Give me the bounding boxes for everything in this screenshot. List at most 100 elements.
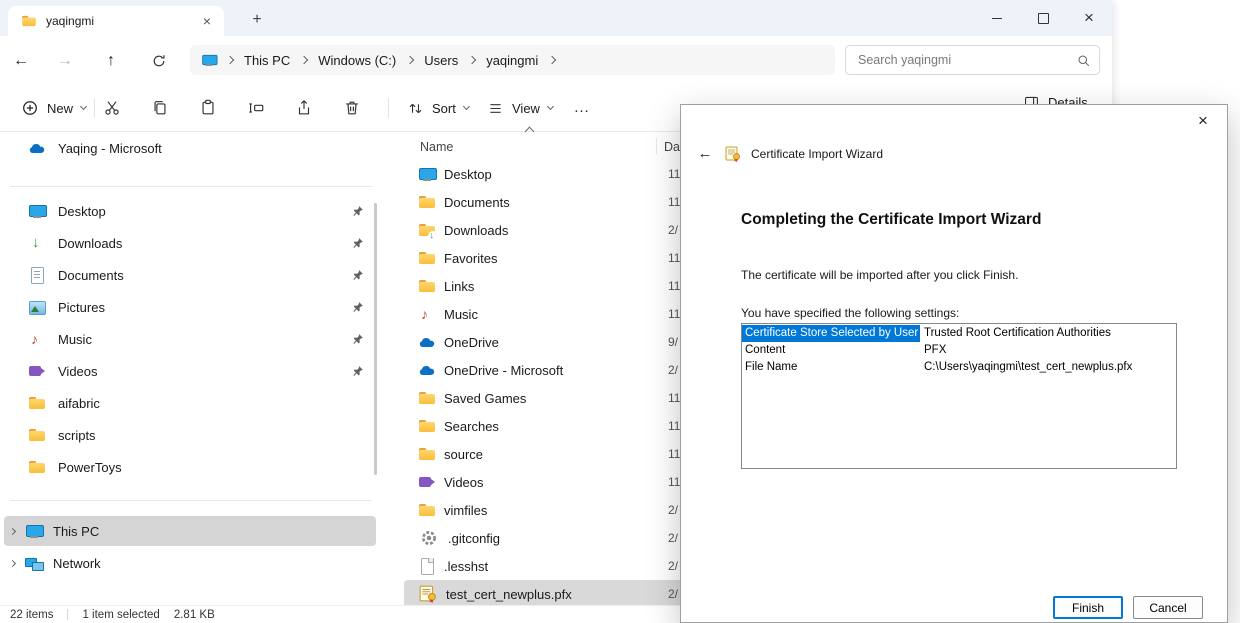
setting-key-selected[interactable]: Certificate Store Selected by User <box>742 325 920 342</box>
file-name: Downloads <box>444 223 508 238</box>
finish-button[interactable]: Finish <box>1053 596 1123 619</box>
breadcrumb-yaqingmi[interactable]: yaqingmi <box>484 51 540 70</box>
status-divider <box>67 609 68 620</box>
file-date: 2/ <box>668 363 678 377</box>
refresh-button[interactable] <box>146 48 172 74</box>
file-name: .gitconfig <box>448 531 500 546</box>
column-divider[interactable] <box>656 138 657 154</box>
sort-icon <box>407 100 424 117</box>
explorer-tab[interactable]: yaqingmi <box>8 6 224 36</box>
desktop-icon <box>28 202 46 220</box>
column-header-date[interactable]: Da <box>664 140 680 154</box>
sidebar-item-music[interactable]: Music <box>4 324 376 354</box>
sidebar-item-this-pc[interactable]: This PC <box>4 516 376 546</box>
view-button[interactable]: View <box>478 92 562 124</box>
breadcrumb: This PC Windows (C:) Users yaqingmi <box>190 45 835 75</box>
new-tab-button[interactable] <box>246 9 268 31</box>
sidebar-item-downloads[interactable]: Downloads <box>4 228 376 258</box>
back-button[interactable] <box>8 48 34 74</box>
cut-button[interactable] <box>96 92 128 124</box>
navigation-bar: This PC Windows (C:) Users yaqingmi <box>0 36 1112 84</box>
sidebar-item-network[interactable]: Network <box>4 548 376 578</box>
sidebar-item-pictures[interactable]: Pictures <box>4 292 376 322</box>
pin-icon <box>352 365 364 377</box>
item-count: 22 items <box>10 609 53 621</box>
wizard-settings-list[interactable]: Certificate Store Selected by User Trust… <box>741 323 1177 469</box>
breadcrumb-users[interactable]: Users <box>422 51 460 70</box>
selection-size: 2.81 KB <box>174 609 215 621</box>
breadcrumb-this-pc[interactable]: This PC <box>242 51 292 70</box>
file-date: 11 <box>668 195 680 209</box>
this-pc-icon <box>25 522 43 540</box>
file-date: 11 <box>668 475 680 489</box>
pin-icon <box>352 333 364 345</box>
sidebar-item-label: aifabric <box>58 396 100 411</box>
setting-key[interactable]: File Name <box>742 359 920 376</box>
chevron-down-icon <box>547 103 554 110</box>
new-button[interactable]: New <box>12 92 95 124</box>
file-date: 2/ <box>668 531 678 545</box>
sidebar-item-desktop[interactable]: Desktop <box>4 196 376 226</box>
more-options-button[interactable]: … <box>566 92 598 124</box>
file-date: 9/ <box>668 335 678 349</box>
sidebar-item-documents[interactable]: Documents <box>4 260 376 290</box>
maximize-button[interactable] <box>1020 0 1066 36</box>
copy-icon <box>151 99 169 117</box>
folder-icon <box>418 193 436 211</box>
toolbar-divider <box>388 98 389 118</box>
file-date: 2/ <box>668 503 678 517</box>
forward-button[interactable] <box>52 48 78 74</box>
chevron-right-icon[interactable] <box>9 559 16 566</box>
close-window-button[interactable] <box>1066 0 1112 36</box>
music-icon <box>28 330 46 348</box>
copy-button[interactable] <box>144 92 176 124</box>
sidebar-item-label: PowerToys <box>58 460 122 475</box>
column-header-name[interactable]: Name <box>420 140 453 154</box>
sidebar-divider <box>10 500 372 501</box>
onedrive-cloud-icon <box>418 361 436 379</box>
setting-value: Trusted Root Certification Authorities <box>920 325 1111 342</box>
folder-icon <box>418 417 436 435</box>
screen: yaqingmi This PC Windows ( <box>0 0 1240 623</box>
wizard-heading: Completing the Certificate Import Wizard <box>741 211 1041 229</box>
rename-button[interactable] <box>240 92 272 124</box>
sidebar-item-label: Videos <box>58 364 98 379</box>
sidebar-item-label: Pictures <box>58 300 105 315</box>
chevron-right-icon <box>226 56 234 64</box>
sidebar-item-label: Yaqing - Microsoft <box>58 141 162 156</box>
wizard-back-icon[interactable] <box>695 144 715 164</box>
view-icon <box>487 100 504 117</box>
cancel-button[interactable]: Cancel <box>1133 596 1203 619</box>
chevron-right-icon <box>548 56 556 64</box>
search-input[interactable] <box>858 53 1076 67</box>
breadcrumb-windows-c[interactable]: Windows (C:) <box>316 51 398 70</box>
chevron-right-icon <box>406 56 414 64</box>
sidebar-item-videos[interactable]: Videos <box>4 356 376 386</box>
sidebar-item-label: Music <box>58 332 92 347</box>
desktop-icon <box>418 165 436 183</box>
sidebar-item-scripts[interactable]: scripts <box>4 420 376 450</box>
share-button[interactable] <box>288 92 320 124</box>
dialog-close-button[interactable] <box>1181 107 1225 135</box>
tab-close-icon[interactable] <box>198 12 216 30</box>
sidebar-item-onedrive[interactable]: Yaqing - Microsoft <box>4 133 376 163</box>
videos-icon <box>28 362 46 380</box>
setting-value: C:\Users\yaqingmi\test_cert_newplus.pfx <box>920 359 1132 376</box>
settings-row[interactable]: Certificate Store Selected by User Trust… <box>742 325 1176 342</box>
paste-button[interactable] <box>192 92 224 124</box>
sidebar-item-aifabric[interactable]: aifabric <box>4 388 376 418</box>
sort-button[interactable]: Sort <box>398 92 478 124</box>
folder-icon <box>418 445 436 463</box>
sidebar-scrollbar[interactable] <box>374 203 377 475</box>
delete-button[interactable] <box>336 92 368 124</box>
chevron-right-icon[interactable] <box>9 527 16 534</box>
file-name: Searches <box>444 419 499 434</box>
sidebar-item-label: scripts <box>58 428 96 443</box>
settings-row[interactable]: Content PFX <box>742 342 1176 359</box>
sidebar-item-powertoys[interactable]: PowerToys <box>4 452 376 482</box>
window-controls <box>974 0 1112 36</box>
minimize-button[interactable] <box>974 0 1020 36</box>
setting-key[interactable]: Content <box>742 342 920 359</box>
settings-row[interactable]: File Name C:\Users\yaqingmi\test_cert_ne… <box>742 359 1176 376</box>
up-button[interactable] <box>98 48 124 74</box>
